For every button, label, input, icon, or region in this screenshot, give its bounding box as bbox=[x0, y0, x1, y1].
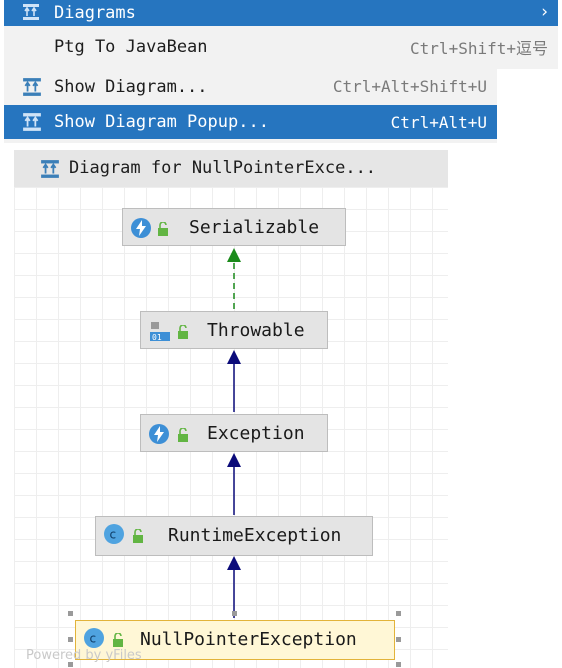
resize-handle[interactable] bbox=[68, 637, 73, 642]
implements-edge bbox=[227, 248, 241, 309]
node-exception[interactable]: Exception bbox=[140, 414, 328, 452]
extends-edge-exception bbox=[227, 453, 241, 515]
class-icon: c bbox=[96, 523, 125, 550]
binary-class-icon: 01 bbox=[149, 320, 171, 347]
exception-icon bbox=[141, 423, 170, 450]
resize-handle[interactable] bbox=[396, 611, 401, 616]
powered-by-watermark: Powered by yFiles bbox=[26, 648, 142, 663]
lock-open-icon bbox=[176, 323, 190, 344]
resize-handle[interactable] bbox=[232, 611, 237, 616]
extends-edge-runtime bbox=[227, 556, 241, 618]
lock-open-icon bbox=[131, 527, 145, 548]
resize-handle[interactable] bbox=[68, 611, 73, 616]
lock-open-icon bbox=[156, 220, 170, 241]
svg-text:c: c bbox=[90, 632, 97, 646]
node-throwable[interactable]: 01 Throwable bbox=[140, 311, 328, 349]
node-runtime-exception[interactable]: c RuntimeException bbox=[95, 516, 373, 556]
resize-handle[interactable] bbox=[396, 662, 401, 667]
lock-open-icon bbox=[176, 426, 190, 447]
node-serializable[interactable]: Serializable bbox=[122, 208, 346, 246]
svg-text:01: 01 bbox=[152, 333, 162, 342]
resize-handle[interactable] bbox=[396, 637, 401, 642]
extends-edge-throwable bbox=[227, 350, 241, 412]
interface-icon bbox=[123, 217, 152, 244]
svg-text:c: c bbox=[110, 528, 117, 542]
